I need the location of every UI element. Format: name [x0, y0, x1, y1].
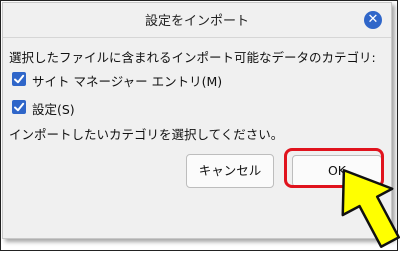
cancel-button[interactable]: キャンセル [186, 154, 274, 188]
checkbox-checked-icon[interactable] [12, 100, 26, 114]
instruction-text: インポートしたいカテゴリを選択してください。 [9, 127, 284, 142]
import-settings-dialog: 設定をインポート ✕ 選択したファイルに含まれるインポート可能なデータのカテゴリ… [2, 2, 392, 239]
title-divider [3, 37, 391, 38]
site-manager-label[interactable]: サイト マネージャー エントリ(M) [32, 71, 222, 90]
checkbox-checked-icon[interactable] [12, 72, 26, 86]
close-icon[interactable]: ✕ [364, 11, 382, 29]
title-bar: 設定をインポート ✕ [3, 3, 391, 35]
pointer-arrow-icon [341, 169, 400, 248]
category-description: 選択したファイルに含まれるインポート可能なデータのカテゴリ: [9, 50, 376, 65]
dialog-title: 設定をインポート [144, 14, 249, 29]
settings-label[interactable]: 設定(S) [32, 99, 75, 118]
